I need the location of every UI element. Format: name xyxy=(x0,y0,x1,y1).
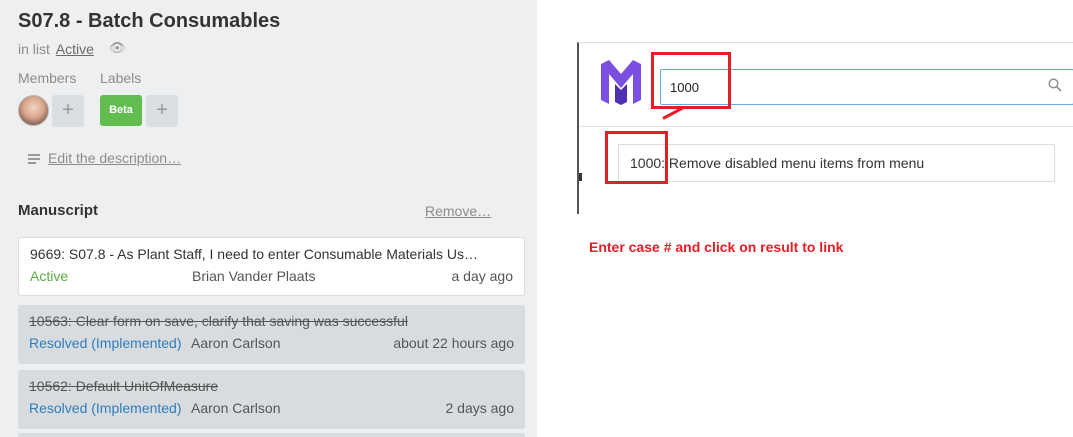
case-status: Resolved (Implemented) xyxy=(29,400,182,416)
highlight-box-input xyxy=(651,52,731,109)
manuscript-heading: Manuscript xyxy=(18,202,99,219)
in-list-text: in list Active xyxy=(18,41,94,57)
divider-mark xyxy=(579,173,582,181)
edit-description-link[interactable]: Edit the description… xyxy=(28,150,181,166)
case-time: about 22 hours ago xyxy=(393,335,514,351)
case-time: 2 days ago xyxy=(445,400,515,416)
case-assignee: Brian Vander Plaats xyxy=(192,268,316,284)
list-item[interactable]: 9669: S07.8 - As Plant Staff, I need to … xyxy=(18,237,525,296)
search-result-item[interactable]: 1000: Remove disabled menu items from me… xyxy=(618,144,1055,182)
case-assignee: Aaron Carlson xyxy=(191,335,281,351)
list-link[interactable]: Active xyxy=(56,41,94,57)
search-icon[interactable] xyxy=(1048,78,1062,92)
description-icon xyxy=(28,152,40,166)
card-title: S07.8 - Batch Consumables xyxy=(18,10,281,32)
members-label: Members xyxy=(18,70,77,86)
highlight-box-result xyxy=(605,131,668,184)
card-panel: S07.8 - Batch Consumables in list Active… xyxy=(0,0,537,437)
case-assignee: Aaron Carlson xyxy=(191,400,281,416)
list-item-partial xyxy=(18,433,525,437)
instruction-text: Enter case # and click on result to link xyxy=(589,239,844,255)
case-title: 10562: Default UnitOfMeasure xyxy=(29,378,219,394)
add-label-button[interactable]: + xyxy=(146,95,178,127)
edit-description-text: Edit the description… xyxy=(48,150,182,166)
case-title: 9669: S07.8 - As Plant Staff, I need to … xyxy=(30,246,478,262)
list-item[interactable]: 10563: Clear form on save, clarify that … xyxy=(18,305,525,364)
eye-icon[interactable]: 👁 xyxy=(109,40,126,56)
avatar[interactable] xyxy=(18,95,49,126)
labels-label: Labels xyxy=(100,70,142,86)
add-member-button[interactable]: + xyxy=(52,95,84,127)
case-time: a day ago xyxy=(451,268,514,284)
list-item[interactable]: 10562: Default UnitOfMeasure Resolved (I… xyxy=(18,370,525,429)
case-status: Active xyxy=(30,268,69,284)
in-list-prefix: in list xyxy=(18,41,50,57)
label-beta[interactable]: Beta xyxy=(100,95,142,126)
result-case-title: : Remove disabled menu items from menu xyxy=(661,155,925,171)
case-title: 10563: Clear form on save, clarify that … xyxy=(29,313,408,329)
remove-link[interactable]: Remove… xyxy=(425,203,491,219)
case-status: Resolved (Implemented) xyxy=(29,335,182,351)
manuscript-logo-icon xyxy=(601,60,641,105)
